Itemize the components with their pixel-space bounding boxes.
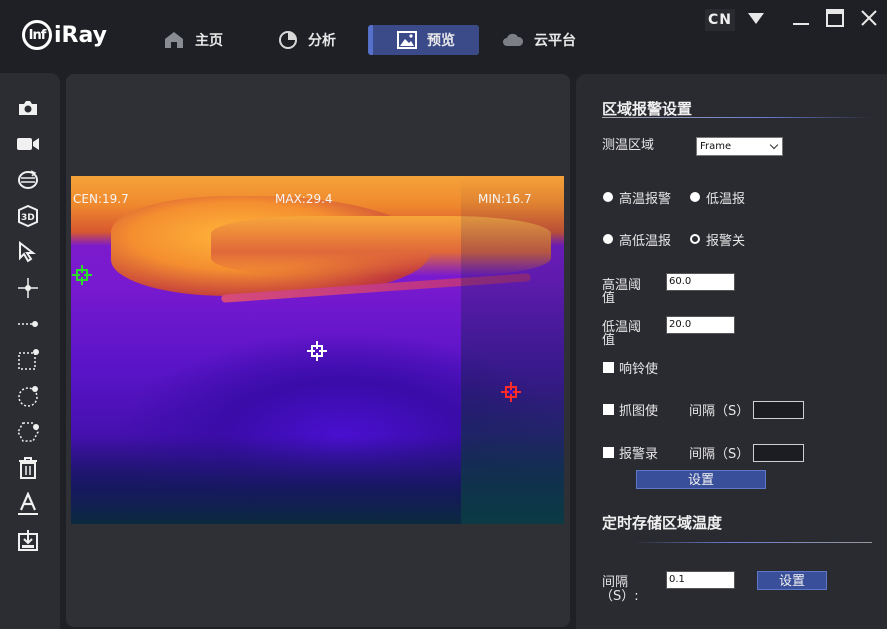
bell-enable-checkbox[interactable]	[603, 362, 614, 373]
app-window: Inf iRay 主页 分析 预览 云平台 CN 3D CEN:19.7 MAX…	[0, 0, 887, 629]
image-icon	[397, 31, 417, 49]
max-point-crosshair-icon	[501, 382, 521, 402]
thermal-image[interactable]: CEN:19.7 MAX:29.4 MIN:16.7	[71, 176, 564, 524]
cloud-icon	[502, 33, 524, 47]
nav-cloud[interactable]: 云平台	[502, 25, 576, 55]
timed-storage-title: 定时存储区域温度	[602, 514, 723, 532]
left-toolbar: 3D	[0, 73, 60, 629]
radio-highlow-alarm-label: 高低温报	[619, 234, 672, 249]
min-point-crosshair-icon	[72, 265, 92, 285]
svg-text:3D: 3D	[21, 213, 35, 223]
chevron-down-icon	[769, 140, 779, 150]
nav-home[interactable]: 主页	[163, 25, 223, 55]
radio-low-alarm-label: 低温报	[706, 192, 746, 207]
logo-badge: Inf	[22, 20, 52, 50]
bell-enable-label: 响铃使	[619, 362, 659, 377]
logo-text: iRay	[54, 22, 107, 48]
nav-home-label: 主页	[195, 33, 223, 49]
language-selector[interactable]: CN	[705, 9, 735, 31]
timed-interval-input[interactable]: 0.1	[666, 571, 735, 589]
polygon-measure-icon[interactable]	[16, 420, 40, 444]
radio-high-alarm[interactable]	[603, 192, 613, 202]
center-point-crosshair-icon	[307, 341, 327, 361]
top-bar: Inf iRay 主页 分析 预览 云平台 CN	[0, 0, 887, 72]
timed-title-divider	[632, 542, 872, 543]
maximize-icon[interactable]	[825, 8, 845, 28]
nav-analysis[interactable]: 分析	[278, 25, 336, 55]
measure-area-select[interactable]: Frame	[696, 137, 783, 156]
alarm-title-divider	[602, 117, 872, 118]
min-temperature: MIN:16.7	[478, 192, 532, 206]
refresh-icon[interactable]	[16, 168, 40, 192]
low-threshold-input[interactable]: 20.0	[666, 316, 735, 334]
line-measure-icon[interactable]	[16, 312, 40, 336]
home-icon	[163, 30, 185, 50]
capture-enable-label: 抓图使	[619, 404, 659, 419]
export-icon[interactable]	[16, 528, 40, 552]
timed-set-button[interactable]: 设置	[757, 571, 827, 590]
circle-measure-icon[interactable]	[16, 384, 40, 408]
record-interval-input[interactable]	[753, 444, 804, 462]
center-temperature: CEN:19.7	[73, 192, 129, 206]
camera-icon[interactable]	[16, 96, 40, 120]
nav-cloud-label: 云平台	[534, 33, 576, 49]
preview-panel: CEN:19.7 MAX:29.4 MIN:16.7	[66, 74, 570, 627]
text-icon[interactable]	[16, 492, 40, 516]
capture-interval-label: 间隔（S）	[689, 404, 750, 419]
3d-icon[interactable]: 3D	[16, 204, 40, 228]
close-icon[interactable]	[859, 8, 879, 28]
capture-enable-checkbox[interactable]	[603, 404, 614, 415]
radio-high-alarm-label: 高温报警	[619, 192, 672, 207]
capture-interval-input[interactable]	[753, 401, 804, 419]
nav-preview[interactable]: 预览	[368, 25, 479, 55]
language-dropdown-icon[interactable]	[748, 13, 764, 24]
measure-area-label: 测温区域	[602, 138, 655, 153]
max-temperature: MAX:29.4	[275, 192, 333, 206]
alarm-settings-title: 区域报警设置	[602, 100, 693, 118]
rectangle-measure-icon[interactable]	[16, 348, 40, 372]
radio-highlow-alarm[interactable]	[603, 234, 613, 244]
record-interval-label: 间隔（S）	[689, 447, 750, 462]
radio-alarm-off-label: 报警关	[706, 234, 746, 249]
nav-analysis-label: 分析	[308, 33, 336, 49]
timed-interval-label-2: （S）:	[600, 589, 639, 604]
low-threshold-label-2: 值	[602, 333, 616, 348]
video-icon[interactable]	[16, 132, 40, 156]
pointer-icon[interactable]	[16, 240, 40, 264]
measure-area-value: Frame	[700, 141, 732, 152]
nav-preview-label: 预览	[427, 33, 455, 49]
high-threshold-input[interactable]: 60.0	[666, 273, 735, 291]
point-measure-icon[interactable]	[16, 276, 40, 300]
alarm-set-button[interactable]: 设置	[636, 470, 766, 489]
minimize-icon[interactable]	[791, 8, 811, 28]
radio-low-alarm[interactable]	[690, 192, 700, 202]
record-enable-checkbox[interactable]	[603, 447, 614, 458]
settings-panel	[576, 74, 887, 629]
logo: Inf iRay	[22, 18, 107, 52]
record-enable-label: 报警录	[619, 447, 659, 462]
delete-icon[interactable]	[16, 456, 40, 480]
radio-alarm-off[interactable]	[690, 234, 700, 244]
timed-interval-label: 间隔	[602, 575, 629, 590]
pie-chart-icon	[278, 30, 298, 50]
high-threshold-label-2: 值	[602, 291, 616, 306]
